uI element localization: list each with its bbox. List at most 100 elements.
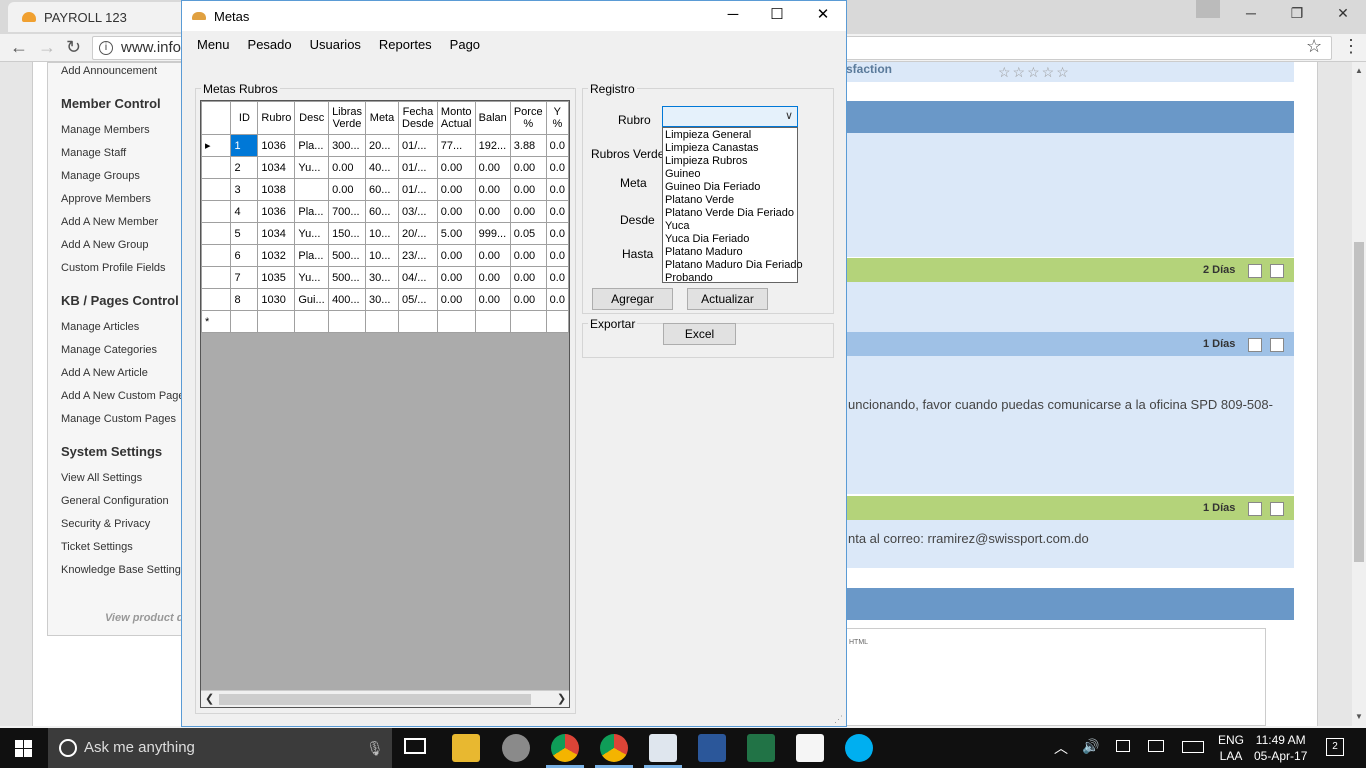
delete-icon[interactable] bbox=[1270, 502, 1284, 516]
dropdown-option[interactable]: Platano Maduro Dia Feriado bbox=[663, 259, 803, 272]
restore-icon[interactable]: ❐ bbox=[1274, 0, 1320, 28]
grid-cell[interactable]: 30... bbox=[365, 266, 399, 289]
bookmark-star-icon[interactable]: ☆ bbox=[1306, 36, 1322, 57]
maximize-icon[interactable]: ☐ bbox=[754, 1, 800, 31]
grid-cell[interactable]: 192... bbox=[474, 134, 511, 157]
sidebar-link[interactable]: Manage Custom Pages bbox=[61, 413, 176, 425]
grid-cell[interactable] bbox=[509, 310, 547, 333]
reply-editor[interactable]: HTML bbox=[846, 628, 1266, 726]
grid-cell[interactable]: 400... bbox=[328, 288, 367, 311]
sidebar-link[interactable]: Ticket Settings bbox=[61, 541, 133, 553]
system-clock[interactable]: 11:49 AM 05-Apr-17 bbox=[1254, 732, 1307, 764]
sidebar-link[interactable]: Manage Members bbox=[61, 124, 150, 136]
grid-cell[interactable]: 150... bbox=[328, 222, 367, 245]
grid-cell[interactable]: 0.00 bbox=[474, 156, 511, 179]
grid-cell[interactable]: Pla... bbox=[294, 244, 330, 267]
grid-cell[interactable]: 6 bbox=[230, 244, 259, 267]
grid-cell[interactable]: 10... bbox=[365, 222, 399, 245]
sidebar-link[interactable]: Manage Categories bbox=[61, 344, 157, 356]
grid-cell[interactable]: 01/... bbox=[398, 178, 438, 201]
cortana-search[interactable]: Ask me anything 🎙 bbox=[48, 728, 392, 768]
delete-icon[interactable] bbox=[1270, 264, 1284, 278]
grid-cell[interactable]: 0.00 bbox=[474, 288, 511, 311]
windows-start-icon[interactable] bbox=[15, 740, 32, 757]
grid-new-row[interactable]: * bbox=[201, 310, 569, 333]
grid-cell[interactable]: 0.0 bbox=[545, 244, 569, 267]
menu-item[interactable]: Pesado bbox=[239, 37, 301, 52]
page-scroll-thumb[interactable] bbox=[1354, 242, 1364, 562]
grid-cell[interactable]: 0.00 bbox=[436, 244, 476, 267]
microphone-icon[interactable]: 🎙 bbox=[366, 728, 384, 768]
grid-column-header[interactable]: Meta bbox=[365, 101, 399, 135]
rubro-combobox[interactable]: ∨ bbox=[662, 106, 798, 127]
grid-cell[interactable]: 60... bbox=[365, 178, 399, 201]
menu-item[interactable]: Pago bbox=[441, 37, 489, 52]
edit-icon[interactable] bbox=[1248, 338, 1262, 352]
battery-icon[interactable] bbox=[1116, 740, 1130, 752]
grid-cell[interactable]: 01/... bbox=[398, 134, 438, 157]
grid-cell[interactable]: 0.00 bbox=[509, 244, 547, 267]
menu-item[interactable]: Usuarios bbox=[301, 37, 370, 52]
grid-cell[interactable] bbox=[545, 310, 569, 333]
tray-chevron-up-icon[interactable]: ︿ bbox=[1054, 738, 1068, 758]
grid-column-header[interactable]: Libras Verde bbox=[328, 101, 367, 135]
grid-cell[interactable]: 0.00 bbox=[509, 200, 547, 223]
chevron-down-icon[interactable]: ∨ bbox=[785, 109, 793, 122]
menu-kebab-icon[interactable]: ⋮ bbox=[1342, 36, 1360, 57]
grid-cell[interactable]: 1032 bbox=[257, 244, 296, 267]
grid-cell[interactable]: 0.00 bbox=[436, 156, 476, 179]
edit-icon[interactable] bbox=[1248, 502, 1262, 516]
grid-cell[interactable]: 5.00 bbox=[436, 222, 476, 245]
grid-cell[interactable]: 0.0 bbox=[545, 134, 569, 157]
grid-cell[interactable]: 0.00 bbox=[509, 288, 547, 311]
grid-column-header[interactable]: Monto Actual bbox=[436, 101, 476, 135]
reload-icon[interactable]: ↻ bbox=[66, 37, 81, 58]
grid-cell[interactable]: 77... bbox=[436, 134, 476, 157]
skype-icon[interactable] bbox=[845, 734, 873, 762]
grid-cell[interactable]: 0.0 bbox=[545, 222, 569, 245]
dropdown-option[interactable]: Yuca Dia Feriado bbox=[663, 233, 797, 246]
sidebar-link[interactable]: Knowledge Base Settings bbox=[61, 564, 186, 576]
grid-cell[interactable]: 0.00 bbox=[509, 266, 547, 289]
sidebar-link[interactable]: Approve Members bbox=[61, 193, 151, 205]
sidebar-link[interactable]: Add A New Custom Page bbox=[61, 390, 185, 402]
menu-item[interactable]: Menu bbox=[188, 37, 239, 52]
grid-cell[interactable]: 01/... bbox=[398, 156, 438, 179]
scroll-right-icon[interactable]: ❯ bbox=[557, 692, 566, 705]
grid-column-header[interactable]: Rubro bbox=[257, 101, 296, 135]
browser-tab[interactable]: PAYROLL 123 bbox=[8, 2, 208, 32]
grid-cell[interactable]: 1034 bbox=[257, 156, 296, 179]
sidebar-link[interactable]: Custom Profile Fields bbox=[61, 262, 166, 274]
dropdown-option[interactable]: Yuca bbox=[663, 220, 797, 233]
grid-cell[interactable] bbox=[474, 310, 511, 333]
grid-scroll-thumb[interactable] bbox=[219, 694, 531, 705]
grid-corner[interactable] bbox=[201, 101, 232, 135]
scroll-left-icon[interactable]: ❮ bbox=[205, 692, 214, 705]
agregar-button[interactable]: Agregar bbox=[592, 288, 673, 310]
sidebar-link[interactable]: Add A New Group bbox=[61, 239, 148, 251]
sidebar-link[interactable]: Add A New Member bbox=[61, 216, 158, 228]
grid-cell[interactable]: Gui... bbox=[294, 288, 330, 311]
grid-cell[interactable]: 0.00 bbox=[436, 178, 476, 201]
grid-cell[interactable]: 1030 bbox=[257, 288, 296, 311]
scroll-down-icon[interactable]: ▼ bbox=[1355, 712, 1363, 721]
row-header[interactable] bbox=[201, 266, 232, 289]
grid-column-header[interactable]: Balan bbox=[474, 101, 511, 135]
grid-horizontal-scrollbar[interactable]: ❮ ❯ bbox=[201, 690, 569, 707]
input-language[interactable]: ENG LAA bbox=[1218, 732, 1244, 764]
grid-cell[interactable]: 8 bbox=[230, 288, 259, 311]
sidebar-link[interactable]: Security & Privacy bbox=[61, 518, 150, 530]
dropdown-option[interactable]: Platano Verde Dia Feriado bbox=[663, 207, 797, 220]
grid-cell[interactable]: 60... bbox=[365, 200, 399, 223]
grid-cell[interactable]: 0.00 bbox=[509, 178, 547, 201]
grid-cell[interactable]: 20... bbox=[365, 134, 399, 157]
action-center-icon[interactable]: 2 bbox=[1326, 738, 1344, 756]
minimize-icon[interactable]: ─ bbox=[710, 1, 756, 31]
grid-cell[interactable]: 0.00 bbox=[436, 288, 476, 311]
grid-cell[interactable]: 0.0 bbox=[545, 266, 569, 289]
grid-cell[interactable] bbox=[230, 310, 259, 333]
grid-cell[interactable]: 10... bbox=[365, 244, 399, 267]
chrome-icon[interactable] bbox=[600, 734, 628, 762]
grid-cell[interactable]: 0.00 bbox=[474, 178, 511, 201]
snipping-tool-icon[interactable] bbox=[502, 734, 530, 762]
